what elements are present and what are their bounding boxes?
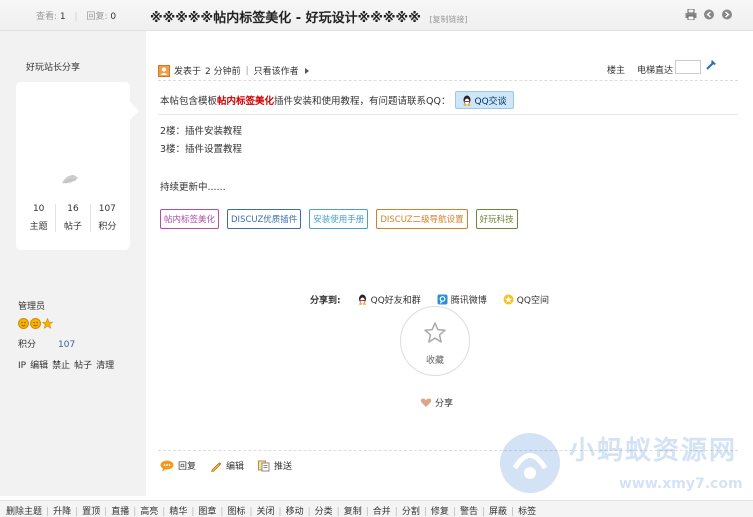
replies-count: 0 [110,12,117,22]
next-thread-icon[interactable] [721,9,733,20]
author-stat-posts[interactable]: 16 帖子 [55,204,89,232]
tencent-weibo-icon [437,294,448,305]
print-icon[interactable] [685,9,697,20]
post-meta: 发表于 2 分钟前 | 只看该作者 [158,64,311,77]
jump-to-floor-input[interactable] [675,60,701,74]
author-profile-card: 10 主题 16 帖子 107 积分 [16,82,139,250]
author-admin-links: IP 编辑 禁止 帖子 清理 [18,358,118,371]
prev-thread-icon[interactable] [703,9,715,20]
topics-count: 10 [32,204,45,214]
share-qq-friends-label: QQ好友和群 [370,296,421,306]
thread-stats: 查看: 1 | 回复: 0 [36,12,117,22]
share-bar: 分享到: QQ好友和群 腾讯微博 QQ空间 [310,293,559,306]
post-line-2: 3楼：插件设置教程 [160,144,243,155]
push-button[interactable]: 推送 [258,459,292,472]
share-qq-friends[interactable]: QQ好友和群 [357,293,421,306]
author-name[interactable]: 好玩站长分享 [26,60,80,73]
posts-count: 16 [67,204,79,214]
qq-penguin-icon [358,294,366,305]
admin-ip-link[interactable]: IP [18,361,26,371]
only-author-link[interactable]: 只看该作者 [254,64,299,77]
share-qzone-label: QQ空间 [516,296,549,306]
reply-button[interactable]: 回复 [160,459,196,472]
tag-1[interactable]: 帖内标签美化 [160,209,220,229]
favorite-button[interactable]: 收藏 [400,306,470,376]
points-count: 107 [98,204,116,214]
thread-title-wrap: ※※※※※帖内标签美化 - 好玩设计※※※※※ [复制链接] [150,7,468,26]
tag-3[interactable]: 安装使用手册 [309,209,369,229]
views-count: 1 [59,12,66,22]
replies-label: 回复: [86,12,108,22]
tag-5[interactable]: 好玩科技 [475,209,518,229]
author-stats: 10 主题 16 帖子 107 积分 [22,204,124,232]
points-label: 积分 [98,222,117,232]
thread-header: 查看: 1 | 回复: 0 ※※※※※帖内标签美化 - 好玩设计※※※※※ [复… [0,0,753,31]
post-body: 发表于 2 分钟前 | 只看该作者 楼主 电梯直达 本帖包含模板 帖内标签美化 插件… [146,42,743,485]
reply-label: 回复 [178,462,197,472]
admin-edit-link[interactable]: 编辑 [30,361,48,371]
admin-clean-link[interactable]: 清理 [96,361,114,371]
push-icon [258,460,270,471]
thread-title: ※※※※※帖内标签美化 - 好玩设计※※※※※ [150,11,421,26]
share-button[interactable]: 分享 [420,396,453,409]
avatar[interactable] [60,172,82,186]
share-label: 分享到: [310,296,341,306]
qq-penguin-icon [463,95,470,106]
post-actions: 回复 编辑 推送 [160,459,292,472]
author-stat-points[interactable]: 107 积分 [89,204,124,232]
edit-label: 编辑 [226,462,245,472]
jump-to-floor-label: 电梯直达 [636,66,673,76]
moderation-links: 删除主题 | 升降 | 置顶 | 直播 | 高亮 | 精华 | 图章 | 图标 | 关闭 | 移动 | 分类 | 复制 | 合并… [6,504,536,517]
topics-label: 主题 [29,222,48,232]
posts-label: 帖子 [63,222,82,232]
share-tencent-weibo[interactable]: 腾讯微博 [437,293,487,306]
jump-go-icon[interactable] [705,59,717,71]
admin-posts-link[interactable]: 帖子 [74,361,92,371]
qq-chat-button[interactable]: QQ交谈 [454,91,514,109]
points-row-label: 积分 [18,340,37,350]
tag-4[interactable]: DISCUZ二级导航设置 [376,209,468,229]
posted-time: 2 分钟前 [205,67,241,77]
share-qzone[interactable]: QQ空间 [503,293,549,306]
star-outline-icon [424,322,446,343]
tag-2[interactable]: DISCUZ优质插件 [227,209,302,229]
intro-highlight: 帖内标签美化 [217,96,275,107]
post-line-3: 持续更新中...... [160,182,226,193]
share-label-text: 分享 [435,399,454,409]
moderation-bar: 删除主题 | 升降 | 置顶 | 直播 | 高亮 | 精华 | 图章 | 图标 | 关闭 | 移动 | 分类 | 复制 | 合并… [0,500,753,517]
intro-text-after: 插件安装和使用教程，有问题请联系QQ： [274,96,451,107]
posted-prefix: 发表于 [174,67,202,77]
points-row-value[interactable]: 107 [58,340,75,350]
qq-chat-label: QQ交谈 [474,96,507,107]
post-intro: 本帖包含模板 帖内标签美化 插件安装和使用教程，有问题请联系QQ： QQ交谈 [160,91,514,109]
copy-link[interactable]: [复制链接] [429,15,467,24]
reply-icon [160,460,174,471]
admin-ban-link[interactable]: 禁止 [52,361,70,371]
sun-rank-icon [30,318,41,329]
heart-icon [420,398,432,407]
star-rank-icon [42,318,53,329]
triangle-right-icon [304,67,309,74]
edit-button[interactable]: 编辑 [210,459,244,472]
post-tags: 帖内标签美化 DISCUZ优质插件 安装使用手册 DISCUZ二级导航设置 好玩… [160,209,518,229]
author-stat-topics[interactable]: 10 主题 [22,204,55,232]
post-line-1: 2楼：插件安装教程 [160,126,243,137]
favorite-label: 收藏 [425,356,444,366]
author-online-icon [158,64,170,77]
rank-stars [18,318,53,329]
pencil-icon [211,461,222,472]
floor-label: 楼主 [606,66,625,76]
author-role[interactable]: 管理员 [18,299,45,312]
push-label: 推送 [274,462,293,472]
views-label: 查看: [36,12,58,22]
qzone-icon [503,294,514,305]
author-points-row: 积分 107 [18,337,75,350]
intro-text-before: 本帖包含模板 [160,96,218,107]
sun-rank-icon [18,318,29,329]
share-tencent-weibo-label: 腾讯微博 [450,296,487,306]
